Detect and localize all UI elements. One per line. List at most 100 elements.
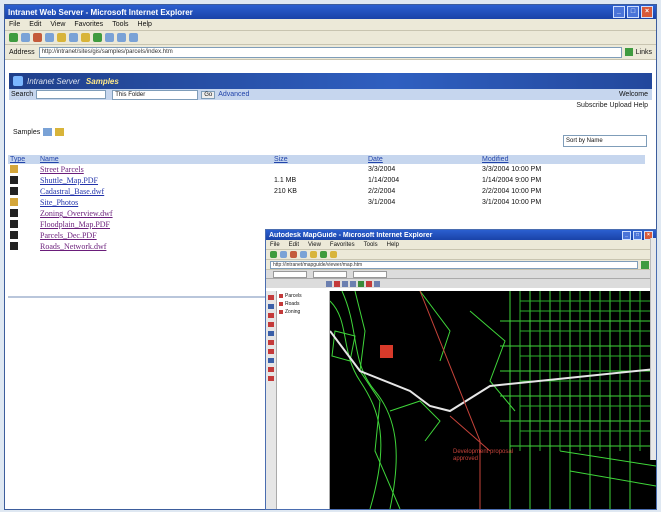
buffer-icon[interactable]: [366, 280, 372, 287]
layer-item[interactable]: Parcels: [277, 291, 329, 299]
menu-favorites[interactable]: Favorites: [74, 21, 103, 28]
row-name-cell: Street Parcels: [38, 164, 272, 175]
file-link[interactable]: Shuttle_Map.PDF: [40, 176, 98, 185]
column-header-date[interactable]: Date: [366, 155, 480, 164]
file-link[interactable]: Zoning_Overview.dwf: [40, 209, 113, 218]
side-tool-icon[interactable]: [268, 367, 274, 372]
maximize-icon[interactable]: □: [627, 6, 639, 18]
history-icon[interactable]: [105, 33, 114, 42]
viewer-back-icon[interactable]: [270, 251, 277, 258]
search-input[interactable]: [36, 90, 107, 99]
file-link[interactable]: Site_Photos: [40, 198, 78, 207]
map-canvas[interactable]: Development proposal approved: [329, 290, 656, 509]
home-icon[interactable]: [57, 33, 66, 42]
side-tool-icon[interactable]: [268, 376, 274, 381]
forward-icon[interactable]: [21, 33, 30, 42]
table-row[interactable]: Shuttle_Map.PDF 1.1 MB 1/14/2004 1/14/2004 …: [8, 175, 645, 186]
menu-help[interactable]: Help: [138, 21, 152, 28]
table-row[interactable]: Zoning_Overview.dwf: [8, 208, 645, 219]
table-row[interactable]: Cadastral_Base.dwf 210 KB 2/2/2004 2/2/2004…: [8, 186, 645, 197]
print-icon[interactable]: [129, 33, 138, 42]
file-link[interactable]: Roads_Network.dwf: [40, 242, 106, 251]
address-input[interactable]: http://intranet/sites/gis/samples/parcel…: [38, 46, 622, 58]
menu-tools[interactable]: Tools: [112, 21, 128, 28]
selected-parcel-marker[interactable]: [380, 345, 393, 358]
side-tool-icon[interactable]: [268, 349, 274, 354]
links-label[interactable]: Links: [636, 49, 652, 56]
side-tool-icon[interactable]: [268, 295, 274, 300]
measure-icon[interactable]: [358, 280, 364, 287]
layer-dropdown[interactable]: [273, 270, 307, 278]
search-icon[interactable]: [69, 33, 78, 42]
viewer-menu-favorites[interactable]: Favorites: [330, 242, 355, 248]
side-tool-icon[interactable]: [268, 313, 274, 318]
search-go-button[interactable]: Go: [201, 90, 216, 99]
viewer-menu-help[interactable]: Help: [387, 242, 399, 248]
close-icon[interactable]: ×: [641, 6, 653, 18]
viewer-go-icon[interactable]: [641, 260, 649, 269]
zoom-in-icon[interactable]: [342, 280, 348, 287]
viewer-minimize-icon[interactable]: _: [622, 230, 631, 240]
viewer-menu-edit[interactable]: Edit: [289, 242, 299, 248]
advanced-search-link[interactable]: Advanced: [218, 91, 249, 98]
viewer-address-bar: http://intranet/mapguide/viewer/map.htm: [266, 260, 656, 270]
menu-file[interactable]: File: [9, 21, 20, 28]
side-tool-icon[interactable]: [268, 358, 274, 363]
favorites-icon[interactable]: [81, 33, 90, 42]
column-header-size[interactable]: Size: [272, 155, 366, 164]
table-row[interactable]: Street Parcels 3/3/2004 3/3/2004 10:00 PM: [8, 164, 645, 175]
column-header-type[interactable]: Type: [8, 155, 38, 164]
viewer-refresh-icon[interactable]: [300, 251, 307, 258]
menu-edit[interactable]: Edit: [29, 21, 41, 28]
viewer-home-icon[interactable]: [310, 251, 317, 258]
side-tool-icon[interactable]: [268, 304, 274, 309]
new-folder-icon[interactable]: [55, 128, 65, 136]
side-tool-icon[interactable]: [268, 340, 274, 345]
viewer-stop-icon[interactable]: [290, 251, 297, 258]
viewer-menu-view[interactable]: View: [308, 242, 321, 248]
viewer-search-icon[interactable]: [320, 251, 327, 258]
sort-select[interactable]: Sort by Name: [563, 135, 647, 147]
viewer-address-input[interactable]: http://intranet/mapguide/viewer/map.htm: [270, 260, 638, 269]
back-icon[interactable]: [9, 33, 18, 42]
viewer-menu-tools[interactable]: Tools: [364, 242, 378, 248]
view-dropdown[interactable]: [353, 270, 387, 278]
select-icon[interactable]: [334, 280, 340, 287]
stop-icon[interactable]: [33, 33, 42, 42]
gis-tool-icons: [266, 279, 656, 288]
search-scope-select[interactable]: This Folder: [112, 89, 199, 100]
site-actions-links[interactable]: Subscribe Upload Help: [5, 102, 648, 109]
menu-view[interactable]: View: [50, 21, 65, 28]
column-header-modified[interactable]: Modified: [480, 155, 645, 164]
layer-item[interactable]: Zoning: [277, 307, 329, 315]
row-modified-cell: 1/14/2004 9:00 PM: [482, 177, 542, 184]
side-tool-icon[interactable]: [268, 322, 274, 327]
layer-item[interactable]: Roads: [277, 299, 329, 307]
row-type-cell: [8, 197, 38, 208]
mail-icon[interactable]: [117, 33, 126, 42]
viewer-forward-icon[interactable]: [280, 251, 287, 258]
minimize-icon[interactable]: _: [613, 6, 625, 18]
column-header-name[interactable]: Name: [38, 155, 272, 164]
file-link[interactable]: Floodplain_Map.PDF: [40, 220, 110, 229]
row-name-cell: Roads_Network.dwf: [38, 241, 272, 252]
file-link[interactable]: Cadastral_Base.dwf: [40, 187, 104, 196]
viewer-menu-file[interactable]: File: [270, 242, 280, 248]
file-link[interactable]: Street Parcels: [40, 165, 84, 174]
map-side-toolbar: [266, 291, 277, 509]
side-tool-icon[interactable]: [268, 331, 274, 336]
media-icon[interactable]: [93, 33, 102, 42]
table-row[interactable]: Site_Photos 3/1/2004 3/1/2004 10:00 PM: [8, 197, 645, 208]
zoom-out-icon[interactable]: [350, 280, 356, 287]
viewer-favorites-icon[interactable]: [330, 251, 337, 258]
go-icon[interactable]: [624, 48, 633, 56]
pan-icon[interactable]: [326, 280, 332, 287]
viewer-maximize-icon[interactable]: □: [633, 230, 642, 240]
scale-dropdown[interactable]: [313, 270, 347, 278]
viewer-scrollbar[interactable]: [650, 238, 656, 460]
row-name-cell: Cadastral_Base.dwf: [38, 186, 272, 197]
file-link[interactable]: Parcels_Dec.PDF: [40, 231, 97, 240]
refresh-icon[interactable]: [45, 33, 54, 42]
print-map-icon[interactable]: [374, 280, 380, 287]
up-folder-icon[interactable]: [43, 128, 53, 136]
